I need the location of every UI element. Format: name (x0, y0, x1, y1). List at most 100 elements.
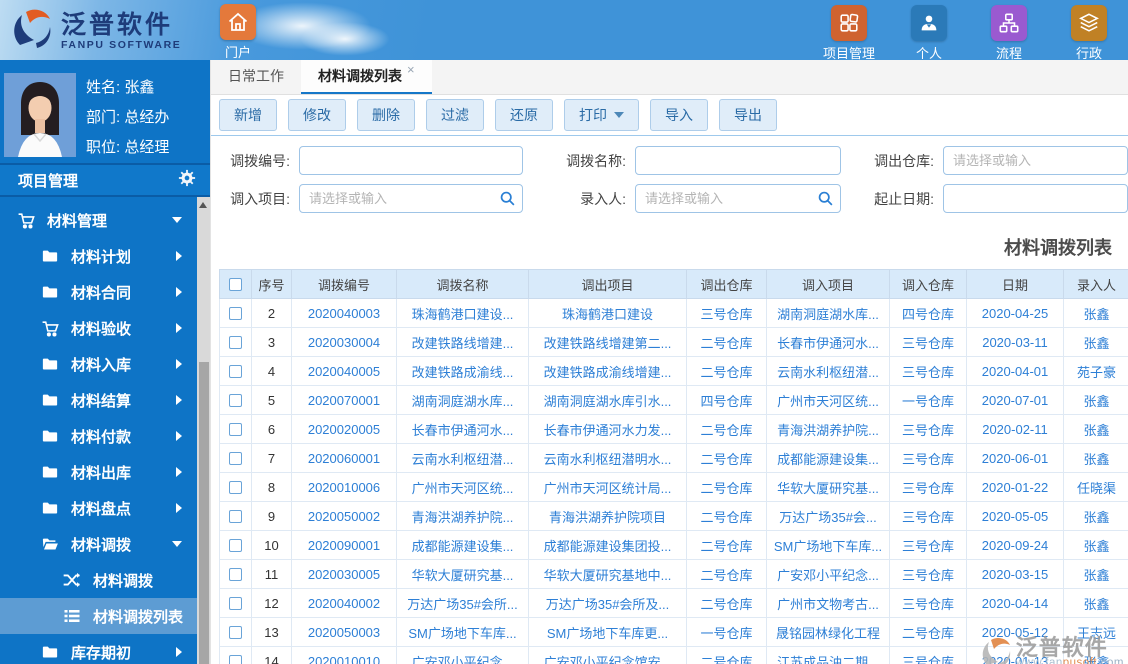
cell-link[interactable]: 二号仓库 (686, 588, 767, 618)
person-icon[interactable] (911, 5, 947, 41)
row-checkbox[interactable] (229, 567, 242, 581)
nav-personal[interactable]: 个人 (902, 5, 956, 60)
cell-link[interactable]: 改建铁路线增建第二... (528, 327, 687, 357)
portal-button[interactable]: 门户 (218, 4, 258, 60)
toolbar-button[interactable]: 删除 (357, 99, 415, 131)
cell-link[interactable]: 广安邓小平纪念... (766, 559, 890, 589)
row-checkbox[interactable] (229, 480, 242, 494)
cell-link[interactable]: 2020-01-13 (966, 646, 1064, 664)
cell-link[interactable]: 2020030005 (291, 559, 397, 589)
tab[interactable]: 材料调拨列表 × (301, 60, 432, 94)
cell-link[interactable]: 张鑫 (1063, 414, 1128, 444)
toolbar-button[interactable]: 修改 (288, 99, 346, 131)
grid-icon[interactable] (831, 5, 867, 41)
cell-link[interactable]: 珠海鹤港口建设... (396, 298, 529, 328)
cell-link[interactable]: 云南水利枢纽潜... (396, 443, 529, 473)
filter-input[interactable] (635, 184, 841, 213)
nav-admin[interactable]: 行政 (1062, 5, 1116, 60)
scrollbar-up-arrow-icon[interactable] (199, 202, 207, 208)
cell-link[interactable]: 长春市伊通河水... (766, 327, 890, 357)
cell-link[interactable]: 2020030004 (291, 327, 397, 357)
cell-link[interactable]: 二号仓库 (686, 472, 767, 502)
cell-link[interactable]: 四号仓库 (686, 385, 767, 415)
column-header[interactable]: 序号 (251, 269, 292, 299)
sidebar-item[interactable]: 材料付款 (0, 418, 197, 454)
cell-link[interactable]: 万达广场35#会... (766, 501, 890, 531)
cell-link[interactable]: 一号仓库 (889, 385, 967, 415)
cell-link[interactable]: 2020-04-14 (966, 588, 1064, 618)
sidebar-item[interactable]: 材料调拨 (0, 526, 197, 562)
cell-link[interactable]: 王志远 (1063, 617, 1128, 647)
toolbar-button[interactable]: 导入 (650, 99, 708, 131)
cell-link[interactable]: 二号仓库 (889, 617, 967, 647)
cell-link[interactable]: 云南水利枢纽潜... (766, 356, 890, 386)
cell-link[interactable]: 江苏成品油二期... (766, 646, 890, 664)
sidebar-item[interactable]: 材料结算 (0, 382, 197, 418)
sidebar-item[interactable]: 材料盘点 (0, 490, 197, 526)
cell-link[interactable]: 2020010006 (291, 472, 397, 502)
cell-link[interactable]: 张鑫 (1063, 646, 1128, 664)
toolbar-button[interactable]: 过滤 (426, 99, 484, 131)
cell-link[interactable]: 云南水利枢纽潜明水... (528, 443, 687, 473)
row-checkbox[interactable] (229, 422, 242, 436)
cell-link[interactable]: 三号仓库 (889, 356, 967, 386)
cell-link[interactable]: 四号仓库 (889, 298, 967, 328)
cell-link[interactable]: 2020-05-12 (966, 617, 1064, 647)
cell-link[interactable]: 华软大厦研究基地中... (528, 559, 687, 589)
filter-input[interactable] (635, 146, 841, 175)
nav-flow[interactable]: 流程 (982, 5, 1036, 60)
cell-link[interactable]: 张鑫 (1063, 559, 1128, 589)
cell-link[interactable]: 万达广场35#会所... (396, 588, 529, 618)
cell-link[interactable]: 任晓渠 (1063, 472, 1128, 502)
cell-link[interactable]: 三号仓库 (889, 327, 967, 357)
row-checkbox[interactable] (229, 451, 242, 465)
cell-link[interactable]: 改建铁路成渝线增建... (528, 356, 687, 386)
tab[interactable]: 日常工作 (211, 60, 301, 94)
gear-icon[interactable] (178, 169, 196, 192)
cell-link[interactable]: 珠海鹤港口建设 (528, 298, 687, 328)
row-checkbox[interactable] (229, 364, 242, 378)
sidebar-item[interactable]: 库存期初 (0, 634, 197, 664)
sidebar-item[interactable]: 材料合同 (0, 274, 197, 310)
sidebar-scrollbar[interactable] (197, 197, 210, 664)
cell-link[interactable]: 2020020005 (291, 414, 397, 444)
cell-link[interactable]: 张鑫 (1063, 298, 1128, 328)
cell-link[interactable]: SM广场地下车库更... (528, 617, 687, 647)
cell-link[interactable]: 长春市伊通河水... (396, 414, 529, 444)
cell-link[interactable]: 广安邓小平纪念馆安... (528, 646, 687, 664)
row-checkbox[interactable] (229, 335, 242, 349)
cell-link[interactable]: SM广场地下车库... (396, 617, 529, 647)
filter-input[interactable] (299, 184, 523, 213)
cell-link[interactable]: 广州市天河区统计局... (528, 472, 687, 502)
cell-link[interactable]: 华软大厦研究基... (766, 472, 890, 502)
toolbar-button[interactable]: 还原 (495, 99, 553, 131)
filter-input[interactable] (943, 146, 1128, 175)
cell-link[interactable]: 张鑫 (1063, 443, 1128, 473)
cell-link[interactable]: 苑子豪 (1063, 356, 1128, 386)
row-checkbox[interactable] (229, 509, 242, 523)
cell-link[interactable]: 青海洪湖养护院... (766, 414, 890, 444)
cell-link[interactable]: 二号仓库 (686, 356, 767, 386)
layers-icon[interactable] (1071, 5, 1107, 41)
cell-link[interactable]: 2020050003 (291, 617, 397, 647)
cell-link[interactable]: 2020-06-01 (966, 443, 1064, 473)
filter-input[interactable] (943, 184, 1128, 213)
sidebar-item[interactable]: 材料调拨 (0, 562, 197, 598)
cell-link[interactable]: 张鑫 (1063, 530, 1128, 560)
search-icon[interactable] (499, 190, 516, 212)
cell-link[interactable]: 成都能源建设集团投... (528, 530, 687, 560)
cell-link[interactable]: 湖南洞庭湖水库... (766, 298, 890, 328)
cell-link[interactable]: 2020040002 (291, 588, 397, 618)
cell-link[interactable]: 三号仓库 (889, 472, 967, 502)
cell-link[interactable]: 三号仓库 (889, 443, 967, 473)
cell-link[interactable]: 青海洪湖养护院... (396, 501, 529, 531)
cell-link[interactable]: 2020-04-25 (966, 298, 1064, 328)
cell-link[interactable]: 三号仓库 (889, 646, 967, 664)
toolbar-button[interactable]: 新增 (219, 99, 277, 131)
cell-link[interactable]: 二号仓库 (686, 646, 767, 664)
cell-link[interactable]: 张鑫 (1063, 327, 1128, 357)
cell-link[interactable]: 二号仓库 (686, 414, 767, 444)
row-checkbox[interactable] (229, 654, 242, 664)
column-header[interactable]: 调拨名称 (396, 269, 529, 299)
cell-link[interactable]: 张鑫 (1063, 501, 1128, 531)
